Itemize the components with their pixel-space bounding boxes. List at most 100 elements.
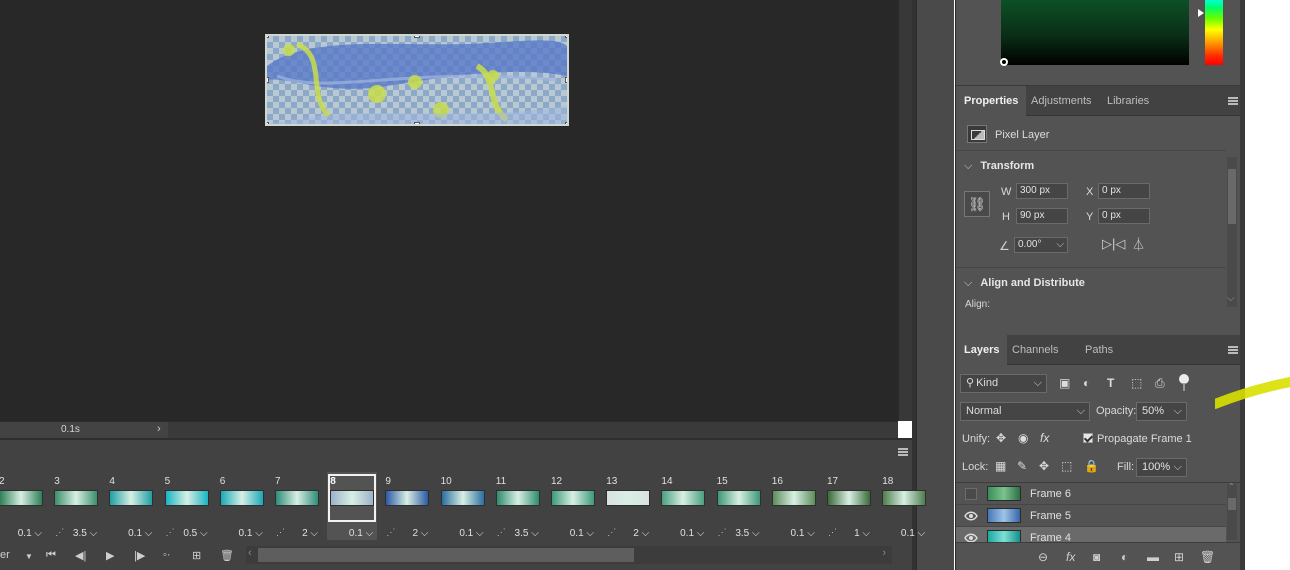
layer-name[interactable]: Frame 5 <box>1030 510 1071 522</box>
eye-icon[interactable] <box>964 510 978 522</box>
timeline-frame[interactable]: 13 ⋰ 2 ⌵ <box>603 472 653 540</box>
next-frame-icon[interactable]: |▶ <box>134 549 145 562</box>
hue-slider-arrow-icon[interactable] <box>1198 9 1204 17</box>
properties-menu-icon[interactable] <box>1228 97 1238 105</box>
x-field[interactable]: 0 px <box>1098 183 1150 199</box>
frame-disposal-icon[interactable]: ⋰ <box>497 527 506 538</box>
flip-vertical-icon[interactable]: ⏃ <box>1132 234 1145 253</box>
frame-delay[interactable]: 0.1 ⌵ <box>18 528 42 539</box>
tab-layers[interactable]: Layers <box>956 335 1008 365</box>
frame-disposal-icon[interactable]: ⋰ <box>166 527 175 538</box>
color-picker-cursor[interactable] <box>1000 58 1008 66</box>
lock-all-icon[interactable]: 🔒 <box>1084 459 1099 473</box>
frame-delay[interactable]: 0.1 ⌵ <box>791 528 815 539</box>
eye-icon[interactable] <box>964 532 978 542</box>
frame-delay[interactable]: 0.1 ⌵ <box>570 528 594 539</box>
transform-handle-right[interactable] <box>565 77 567 83</box>
first-frame-icon[interactable]: ⏮ <box>46 549 56 562</box>
color-field[interactable] <box>1001 0 1189 65</box>
transform-handle-tl[interactable] <box>267 36 269 38</box>
fill-field[interactable]: 100% ⌵ <box>1136 458 1187 477</box>
layer-filter-kind-select[interactable]: ⚲ Kind ⌵ <box>960 374 1047 393</box>
hue-slider[interactable] <box>1205 0 1223 65</box>
new-layer-icon[interactable]: ⊞ <box>1174 550 1184 564</box>
frame-disposal-icon[interactable]: ⋰ <box>55 527 64 538</box>
frame-delay[interactable]: 3.5 ⌵ <box>735 528 759 539</box>
smart-object-filter-icon[interactable]: ⎙ <box>1155 376 1165 391</box>
tab-properties[interactable]: Properties <box>956 86 1027 116</box>
layers-scroll-thumb[interactable] <box>1228 498 1236 510</box>
layer-name[interactable]: Frame 4 <box>1030 532 1071 542</box>
layer-name[interactable]: Frame 6 <box>1030 488 1071 500</box>
loop-option-label[interactable]: er <box>0 549 10 561</box>
chevron-right-icon[interactable]: › <box>157 423 161 435</box>
unify-style-icon[interactable]: fx <box>1040 431 1049 445</box>
timeline-frame[interactable]: 5 ⋰ 0.5 ⌵ <box>162 472 212 540</box>
chevron-down-icon[interactable]: ⌵ <box>1174 403 1182 420</box>
image-filter-icon[interactable]: ▣ <box>1059 376 1070 390</box>
y-field[interactable]: 0 px <box>1098 208 1150 224</box>
transform-section-header[interactable]: ⌵ Transform <box>964 160 1034 173</box>
tab-paths[interactable]: Paths <box>1077 335 1121 365</box>
transform-handle-tr[interactable] <box>565 36 567 38</box>
frame-delay[interactable]: 0.5 ⌵ <box>183 528 207 539</box>
layer-style-icon[interactable]: fx <box>1066 550 1075 564</box>
visibility-off-icon[interactable] <box>965 488 977 500</box>
canvas-image-frame[interactable] <box>265 34 569 126</box>
transform-handle-bottom[interactable] <box>414 122 420 124</box>
align-section-header[interactable]: ⌵ Align and Distribute <box>964 277 1085 290</box>
timeline-frame[interactable]: 6 0.1 ⌵ <box>217 472 267 540</box>
propagate-frame-checkbox[interactable] <box>1083 433 1093 443</box>
timeline-horizontal-scrollbar[interactable]: ‹ › <box>246 546 892 564</box>
delete-frame-icon[interactable]: 🗑 <box>220 549 234 562</box>
play-icon[interactable]: ▶ <box>106 549 114 562</box>
layer-row-frame-6[interactable]: Frame 6 <box>956 483 1226 505</box>
tab-libraries[interactable]: Libraries <box>1099 86 1157 116</box>
tab-adjustments[interactable]: Adjustments <box>1023 86 1100 116</box>
unify-position-icon[interactable]: ✥ <box>996 431 1006 445</box>
timeline-frame[interactable]: 14 0.1 ⌵ <box>658 472 708 540</box>
layers-menu-icon[interactable] <box>1228 346 1238 354</box>
height-field[interactable]: 90 px <box>1016 208 1068 224</box>
chevron-down-icon[interactable]: ⌵ <box>1227 293 1235 304</box>
frame-delay[interactable]: 1 ⌵ <box>854 528 870 539</box>
timeline-frame[interactable]: 16 0.1 ⌵ <box>769 472 819 540</box>
flip-horizontal-icon[interactable]: ▷|◁ <box>1102 236 1125 252</box>
frame-delay[interactable]: 2 ⌵ <box>412 528 428 539</box>
scroll-right-icon[interactable]: › <box>882 547 886 559</box>
adjustment-filter-icon[interactable]: ◐ <box>1083 376 1090 390</box>
timeline-frame[interactable]: 10 0.1 ⌵ <box>438 472 488 540</box>
opacity-field[interactable]: 50% ⌵ <box>1136 402 1187 421</box>
timeline-frame[interactable]: 3 ⋰ 3.5 ⌵ <box>51 472 101 540</box>
filter-toggle-icon[interactable] <box>1179 374 1189 391</box>
frame-disposal-icon[interactable]: ⋰ <box>386 527 395 538</box>
timeline-frame[interactable]: 7 ⋰ 2 ⌵ <box>272 472 322 540</box>
frame-delay[interactable]: 2 ⌵ <box>302 528 318 539</box>
timeline-frame[interactable]: 2 0.1 ⌵ <box>0 472 46 540</box>
properties-scrollbar[interactable] <box>1227 157 1237 307</box>
timeline-frame[interactable]: 17 ⋰ 1 ⌵ <box>824 472 874 540</box>
timeline-frame[interactable]: 4 0.1 ⌵ <box>106 472 156 540</box>
lock-artboard-icon[interactable]: ⬚ <box>1061 459 1072 473</box>
frame-delay[interactable]: 3.5 ⌵ <box>515 528 539 539</box>
canvas-vertical-scrollbar[interactable] <box>898 0 912 421</box>
layers-scrollbar[interactable]: ⌃ <box>1227 482 1237 540</box>
transform-handle-bl[interactable] <box>267 122 269 124</box>
frame-delay[interactable]: 0.1 ⌵ <box>901 528 925 539</box>
tween-icon[interactable]: ◦· <box>163 549 171 561</box>
frame-delay[interactable]: 0.1 ⌵ <box>239 528 263 539</box>
tab-channels[interactable]: Channels <box>1004 335 1066 365</box>
frame-delay[interactable]: 0.1 ⌵ <box>349 528 373 539</box>
adjustment-layer-icon[interactable]: ◐ <box>1121 550 1128 564</box>
frame-delay[interactable]: 3.5 ⌵ <box>73 528 97 539</box>
timeline-scroll-thumb[interactable] <box>258 548 634 562</box>
chevron-down-icon[interactable]: ⌵ <box>964 277 972 290</box>
timeline-frame[interactable]: 9 ⋰ 2 ⌵ <box>382 472 432 540</box>
chevron-up-icon[interactable]: ⌃ <box>1228 482 1235 491</box>
transform-handle-br[interactable] <box>565 122 567 124</box>
properties-scroll-thumb[interactable] <box>1228 169 1236 224</box>
transform-handle-left[interactable] <box>267 77 269 83</box>
layer-row-frame-5[interactable]: Frame 5 <box>956 505 1226 527</box>
scroll-left-icon[interactable]: ‹ <box>248 547 252 559</box>
duplicate-frame-icon[interactable]: ⊞ <box>192 549 201 562</box>
